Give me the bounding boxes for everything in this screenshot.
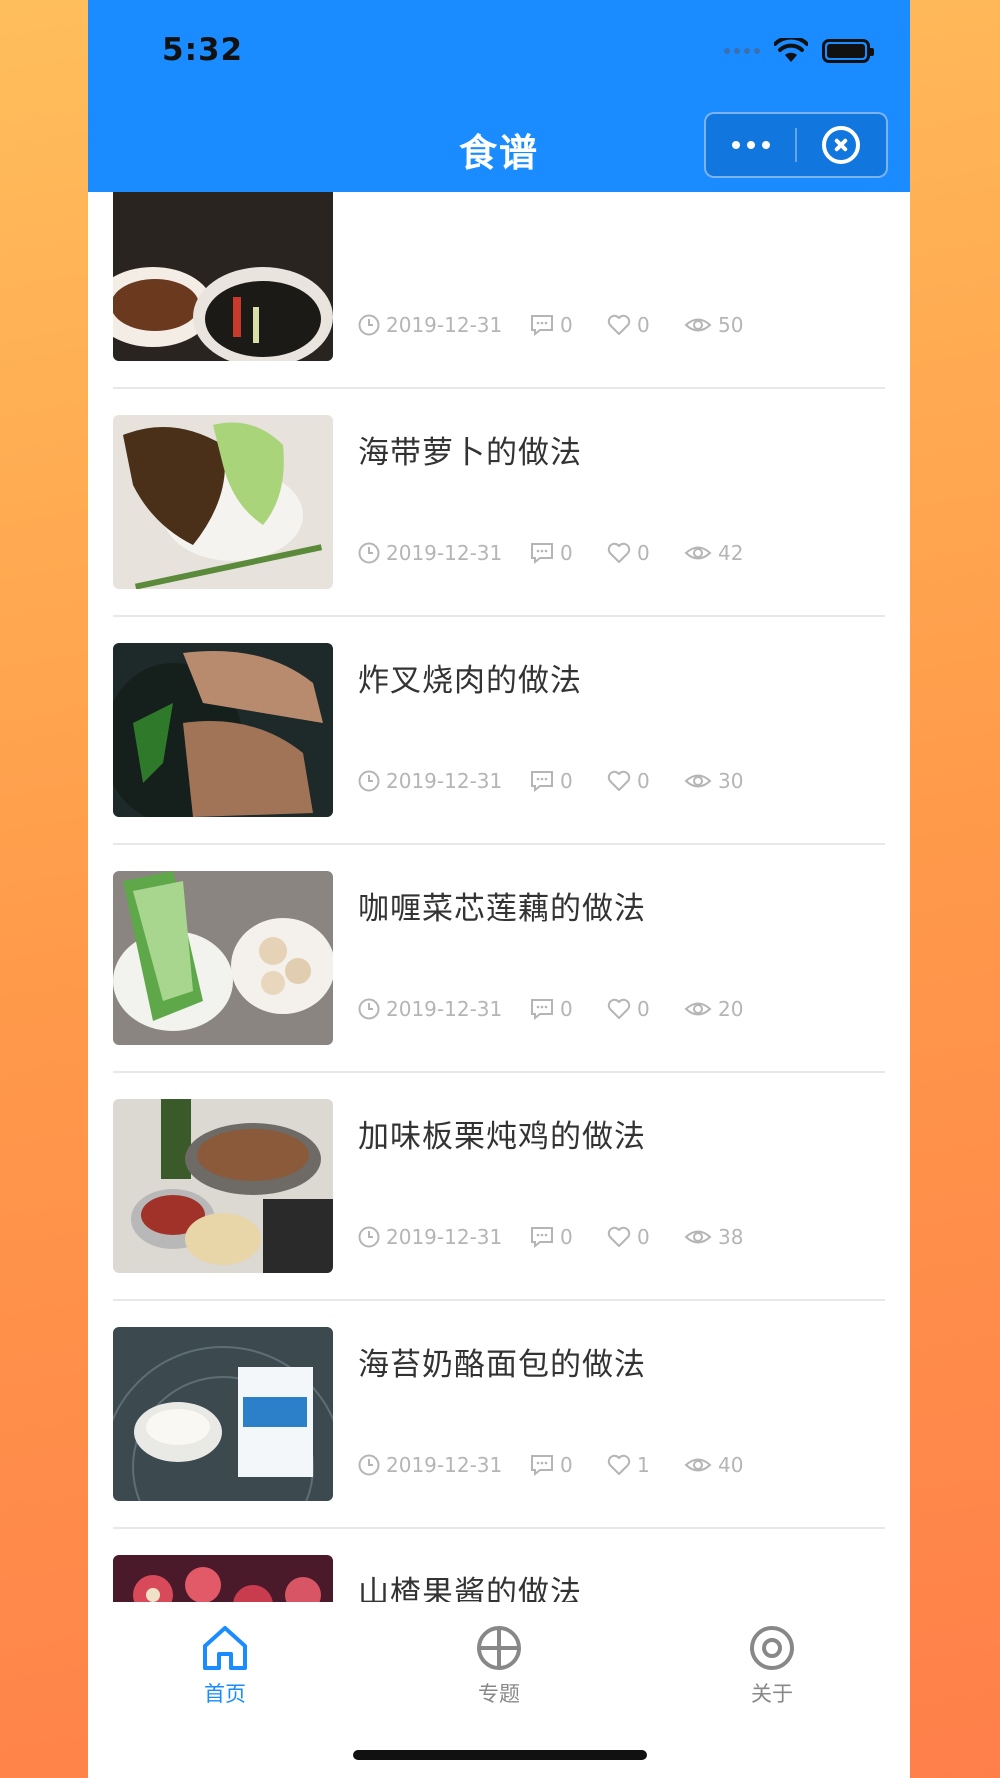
- recipe-title: 海带萝卜的做法: [358, 435, 582, 471]
- recipe-thumbnail: [113, 192, 333, 361]
- header: 5:32 食谱: [88, 0, 910, 192]
- recipe-title: 海苔奶酪面包的做法: [358, 1347, 646, 1383]
- recipe-date: 2019-12-31: [386, 769, 503, 793]
- home-indicator: [353, 1750, 647, 1760]
- clock-icon: [358, 770, 380, 792]
- recipe-date: 2019-12-31: [386, 1453, 503, 1477]
- eye-icon: [684, 1230, 712, 1244]
- like-count: 0: [637, 313, 650, 337]
- recipe-meta: 2019-12-31 0 0 42: [358, 541, 743, 565]
- eye-icon: [684, 774, 712, 788]
- heart-icon: [607, 1454, 631, 1475]
- recipe-meta: 2019-12-31 0 0 50: [358, 313, 743, 337]
- comment-icon: [531, 1455, 553, 1476]
- heart-icon: [607, 998, 631, 1019]
- phone-screen: 5:32 食谱 2019-12-31 0 0 50 海带萝卜的做法 2019-1…: [88, 0, 910, 1778]
- comment-count: 0: [560, 997, 573, 1021]
- clock-icon: [358, 314, 380, 336]
- comment-icon: [531, 999, 553, 1020]
- like-count: 0: [637, 769, 650, 793]
- recipe-date: 2019-12-31: [386, 997, 503, 1021]
- recipe-thumbnail: [113, 1327, 333, 1501]
- tab-about-label: 关于: [751, 1682, 793, 1706]
- eye-icon: [684, 1458, 712, 1472]
- recipe-meta: 2019-12-31 0 1 40: [358, 1453, 743, 1477]
- clock-icon: [358, 542, 380, 564]
- comment-icon: [531, 1227, 553, 1248]
- recipe-title: 炸叉烧肉的做法: [358, 663, 582, 699]
- more-dots-icon: [731, 141, 770, 149]
- heart-icon: [607, 1226, 631, 1247]
- like-count: 0: [637, 1225, 650, 1249]
- close-button[interactable]: [797, 114, 886, 176]
- view-count: 50: [718, 313, 744, 337]
- comment-icon: [531, 315, 553, 336]
- heart-icon: [607, 770, 631, 791]
- recipe-title: 山楂果酱的做法: [358, 1575, 582, 1602]
- recipe-title: 咖喱菜芯莲藕的做法: [358, 891, 646, 927]
- status-icons: [724, 36, 874, 66]
- topic-icon: [477, 1626, 521, 1670]
- list-item[interactable]: 咖喱菜芯莲藕的做法 2019-12-31 0 0 20: [113, 845, 885, 1073]
- view-count: 40: [718, 1453, 744, 1477]
- comment-count: 0: [560, 541, 573, 565]
- capsule-menu: [704, 112, 888, 178]
- signal-icon: [724, 48, 760, 54]
- tab-bar: 首页 专题 关于: [88, 1602, 910, 1778]
- view-count: 42: [718, 541, 744, 565]
- recipe-meta: 2019-12-31 0 0 30: [358, 769, 743, 793]
- tab-topic[interactable]: 专题: [439, 1624, 559, 1708]
- status-time: 5:32: [162, 32, 244, 68]
- list-item[interactable]: 2019-12-31 0 0 50: [113, 192, 885, 389]
- recipe-list[interactable]: 2019-12-31 0 0 50 海带萝卜的做法 2019-12-31 0 0…: [88, 192, 910, 1602]
- tab-topic-label: 专题: [478, 1682, 520, 1706]
- heart-icon: [607, 314, 631, 335]
- comment-count: 0: [560, 313, 573, 337]
- eye-icon: [684, 1002, 712, 1016]
- list-item[interactable]: 山楂果酱的做法: [113, 1529, 885, 1602]
- like-count: 0: [637, 541, 650, 565]
- recipe-thumbnail: [113, 643, 333, 817]
- tab-about[interactable]: 关于: [712, 1624, 832, 1708]
- recipe-date: 2019-12-31: [386, 1225, 503, 1249]
- recipe-thumbnail: [113, 1555, 333, 1602]
- home-icon: [203, 1626, 247, 1670]
- comment-icon: [531, 771, 553, 792]
- battery-icon: [822, 39, 874, 63]
- recipe-thumbnail: [113, 1099, 333, 1273]
- comment-count: 0: [560, 769, 573, 793]
- list-item[interactable]: 海苔奶酪面包的做法 2019-12-31 0 1 40: [113, 1301, 885, 1529]
- recipe-date: 2019-12-31: [386, 541, 503, 565]
- more-button[interactable]: [706, 114, 795, 176]
- clock-icon: [358, 998, 380, 1020]
- recipe-date: 2019-12-31: [386, 313, 503, 337]
- heart-icon: [607, 542, 631, 563]
- close-icon: [822, 126, 861, 164]
- like-count: 1: [637, 1453, 650, 1477]
- recipe-thumbnail: [113, 415, 333, 589]
- recipe-thumbnail: [113, 871, 333, 1045]
- view-count: 38: [718, 1225, 744, 1249]
- recipe-title: 加味板栗炖鸡的做法: [358, 1119, 646, 1155]
- clock-icon: [358, 1226, 380, 1248]
- eye-icon: [684, 318, 712, 332]
- recipe-meta: 2019-12-31 0 0 20: [358, 997, 743, 1021]
- eye-icon: [684, 546, 712, 560]
- list-item[interactable]: 海带萝卜的做法 2019-12-31 0 0 42: [113, 389, 885, 617]
- view-count: 20: [718, 997, 744, 1021]
- view-count: 30: [718, 769, 744, 793]
- recipe-meta: 2019-12-31 0 0 38: [358, 1225, 743, 1249]
- tab-home-label: 首页: [204, 1682, 246, 1706]
- list-item[interactable]: 炸叉烧肉的做法 2019-12-31 0 0 30: [113, 617, 885, 845]
- comment-count: 0: [560, 1453, 573, 1477]
- comment-count: 0: [560, 1225, 573, 1249]
- comment-icon: [531, 543, 553, 564]
- like-count: 0: [637, 997, 650, 1021]
- tab-home[interactable]: 首页: [165, 1624, 285, 1708]
- about-icon: [750, 1626, 794, 1670]
- clock-icon: [358, 1454, 380, 1476]
- wifi-icon: [774, 38, 808, 62]
- list-item[interactable]: 加味板栗炖鸡的做法 2019-12-31 0 0 38: [113, 1073, 885, 1301]
